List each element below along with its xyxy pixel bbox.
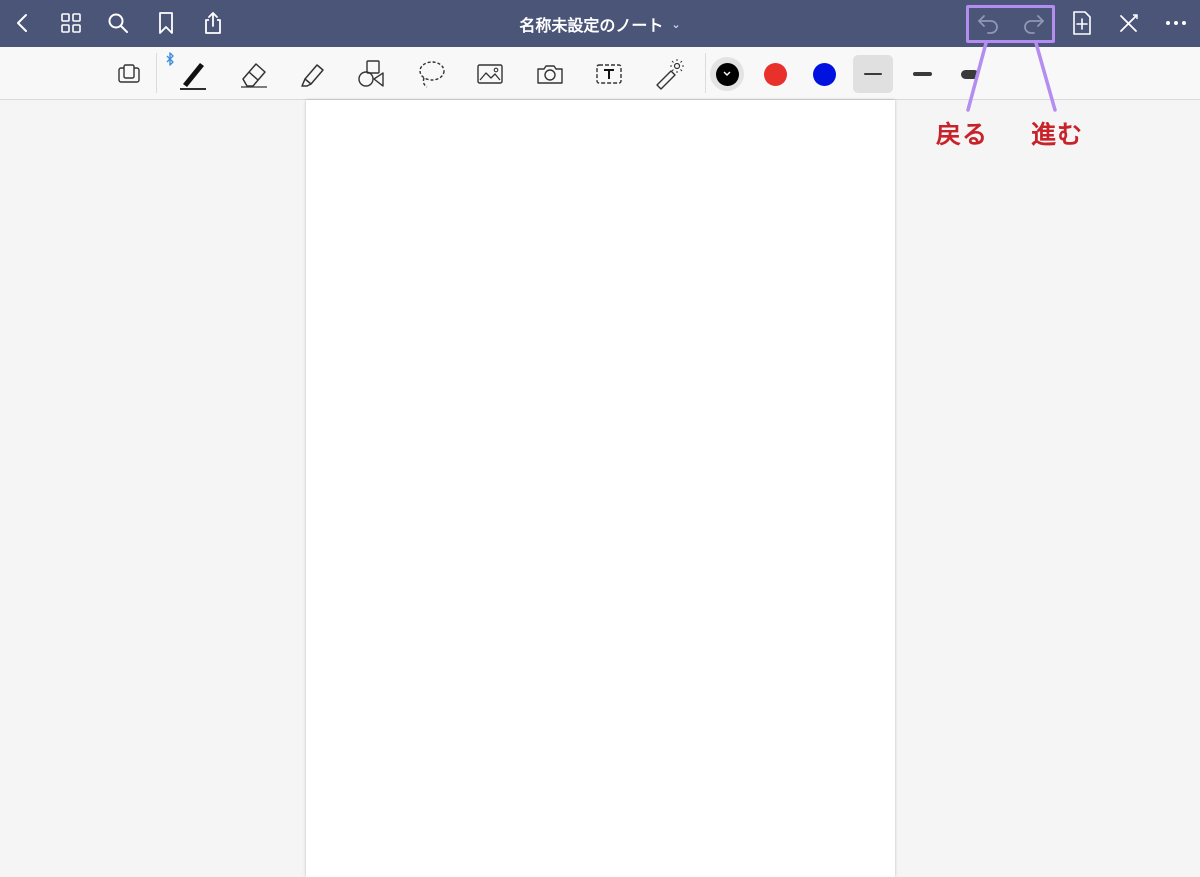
page-zoom-tool[interactable] — [109, 55, 149, 93]
more-button[interactable] — [1160, 7, 1192, 39]
add-page-button[interactable] — [1066, 7, 1098, 39]
text-box-icon — [596, 64, 622, 84]
close-editing-button[interactable] — [1113, 7, 1145, 39]
canvas-area[interactable] — [0, 100, 1200, 877]
back-button[interactable] — [7, 7, 39, 39]
highlighter-tool[interactable] — [292, 55, 332, 93]
note-title-dropdown[interactable]: 名称未設定のノート ⌄ — [430, 0, 770, 47]
share-icon — [205, 12, 221, 34]
search-icon — [108, 13, 128, 33]
stroke-width-medium[interactable] — [902, 55, 942, 93]
lasso-icon — [419, 61, 445, 88]
toolbar-divider — [705, 53, 706, 93]
laser-pointer-icon — [656, 59, 684, 90]
image-tool[interactable] — [470, 55, 510, 93]
eraser-icon — [241, 63, 267, 88]
chevron-down-icon — [723, 71, 731, 76]
stroke-preview — [912, 72, 932, 76]
color-swatch-black[interactable] — [710, 57, 744, 91]
lasso-tool[interactable] — [411, 55, 451, 93]
drawing-toolbar — [0, 47, 1200, 100]
page-zoom-icon — [118, 64, 140, 83]
toolbar-divider — [156, 53, 157, 93]
add-page-icon — [1073, 11, 1091, 35]
highlighter-icon — [301, 64, 324, 87]
camera-icon — [537, 65, 563, 84]
pen-tool[interactable] — [173, 55, 213, 93]
stroke-width-thick[interactable] — [950, 55, 990, 93]
close-editing-icon — [1120, 14, 1138, 32]
shapes-icon — [358, 60, 384, 87]
stroke-width-thin[interactable] — [853, 55, 893, 93]
search-button[interactable] — [102, 7, 134, 39]
color-dot — [812, 62, 836, 86]
more-icon — [1166, 21, 1186, 25]
undo-redo-highlight — [966, 5, 1055, 43]
chevron-down-icon: ⌄ — [671, 18, 681, 31]
bluetooth-icon — [166, 52, 174, 66]
eraser-tool[interactable] — [234, 55, 274, 93]
image-icon — [477, 64, 503, 84]
back-chevron-icon — [17, 14, 27, 32]
note-title: 名称未設定のノート — [519, 15, 664, 35]
color-dot — [763, 62, 787, 86]
bookmark-button[interactable] — [150, 7, 182, 39]
grid-icon — [61, 13, 81, 33]
note-page[interactable] — [306, 100, 895, 877]
redo-annotation-label: 進む — [1031, 120, 1084, 149]
camera-tool[interactable] — [530, 55, 570, 93]
pen-icon — [180, 63, 206, 90]
color-dot — [715, 62, 739, 86]
thumbnails-button[interactable] — [55, 7, 87, 39]
color-swatch-red[interactable] — [758, 57, 792, 91]
bookmark-icon — [159, 12, 173, 34]
shapes-tool[interactable] — [351, 55, 391, 93]
stroke-preview — [961, 69, 979, 79]
stroke-preview — [864, 73, 882, 75]
color-swatch-blue[interactable] — [807, 57, 841, 91]
text-box-tool[interactable] — [589, 55, 629, 93]
laser-pointer-tool[interactable] — [648, 55, 688, 93]
undo-annotation-label: 戻る — [936, 120, 989, 149]
share-button[interactable] — [197, 7, 229, 39]
